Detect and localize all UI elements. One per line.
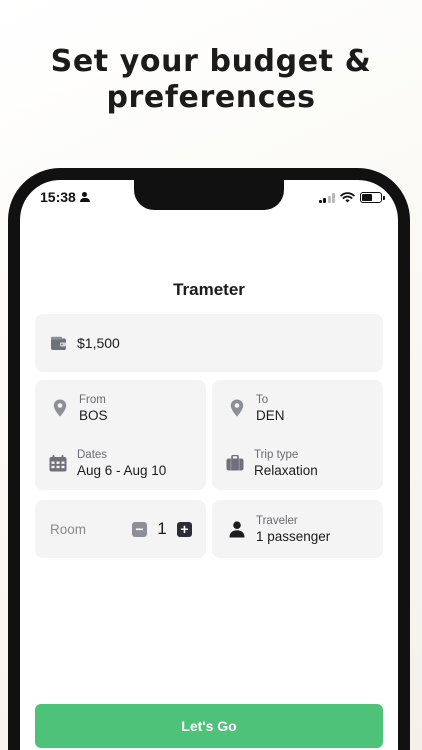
- headline: Set your budget & preferences: [0, 44, 422, 116]
- to-label: To: [256, 393, 269, 406]
- location-pin-icon: [51, 399, 69, 417]
- dates-text: Dates Aug 6 - Aug 10: [77, 448, 166, 479]
- calendar-icon: [49, 454, 67, 472]
- traveler-text: Traveler 1 passenger: [256, 514, 330, 545]
- trip-type-label: Trip type: [254, 448, 299, 461]
- from-label: From: [79, 393, 106, 406]
- from-field[interactable]: From BOS: [35, 380, 206, 436]
- notch: [134, 180, 284, 210]
- room-decrement-button[interactable]: −: [132, 521, 147, 537]
- wallet-icon: [49, 334, 67, 352]
- trip-type-field[interactable]: Trip type Relaxation: [212, 436, 383, 490]
- from-value: BOS: [79, 407, 108, 423]
- room-stepper: − 1 +: [132, 519, 192, 539]
- room-label: Room: [50, 521, 87, 537]
- to-field[interactable]: To DEN: [212, 380, 383, 436]
- app-screen: 15:38 Trameter $1,500 From BOS To DEN Da…: [20, 180, 398, 750]
- dates-value: Aug 6 - Aug 10: [77, 462, 167, 478]
- headline-line-1: Set your budget &: [50, 44, 372, 79]
- room-count: 1: [157, 519, 167, 538]
- room-increment-button[interactable]: +: [177, 521, 192, 537]
- budget-value: $1,500: [77, 334, 120, 351]
- headline-line-2: preferences: [106, 80, 316, 115]
- lets-go-button[interactable]: Let's Go: [35, 704, 383, 748]
- user-status-icon: [79, 192, 90, 202]
- battery-icon: [360, 192, 385, 203]
- traveler-value: 1 passenger: [256, 528, 331, 544]
- suitcase-icon: [226, 454, 244, 472]
- from-text: From BOS: [79, 393, 108, 424]
- trip-type-text: Trip type Relaxation: [254, 448, 318, 479]
- dates-field[interactable]: Dates Aug 6 - Aug 10: [35, 436, 206, 490]
- to-value: DEN: [256, 407, 285, 423]
- status-bar-indicators: [318, 192, 385, 203]
- cellular-signal-icon: [318, 192, 335, 203]
- traveler-label: Traveler: [256, 514, 298, 527]
- app-title: Trameter: [173, 280, 245, 299]
- status-time-label: 15:38: [40, 189, 76, 205]
- dates-label: Dates: [77, 448, 108, 461]
- trip-type-value: Relaxation: [254, 462, 318, 478]
- person-icon: [228, 520, 246, 538]
- room-field: Room − 1 +: [35, 500, 206, 558]
- location-pin-icon: [228, 399, 246, 417]
- wifi-icon: [340, 192, 355, 203]
- traveler-field[interactable]: Traveler 1 passenger: [212, 500, 383, 558]
- to-text: To DEN: [256, 393, 285, 424]
- status-bar-time: 15:38: [40, 189, 90, 205]
- budget-field[interactable]: $1,500: [35, 314, 383, 372]
